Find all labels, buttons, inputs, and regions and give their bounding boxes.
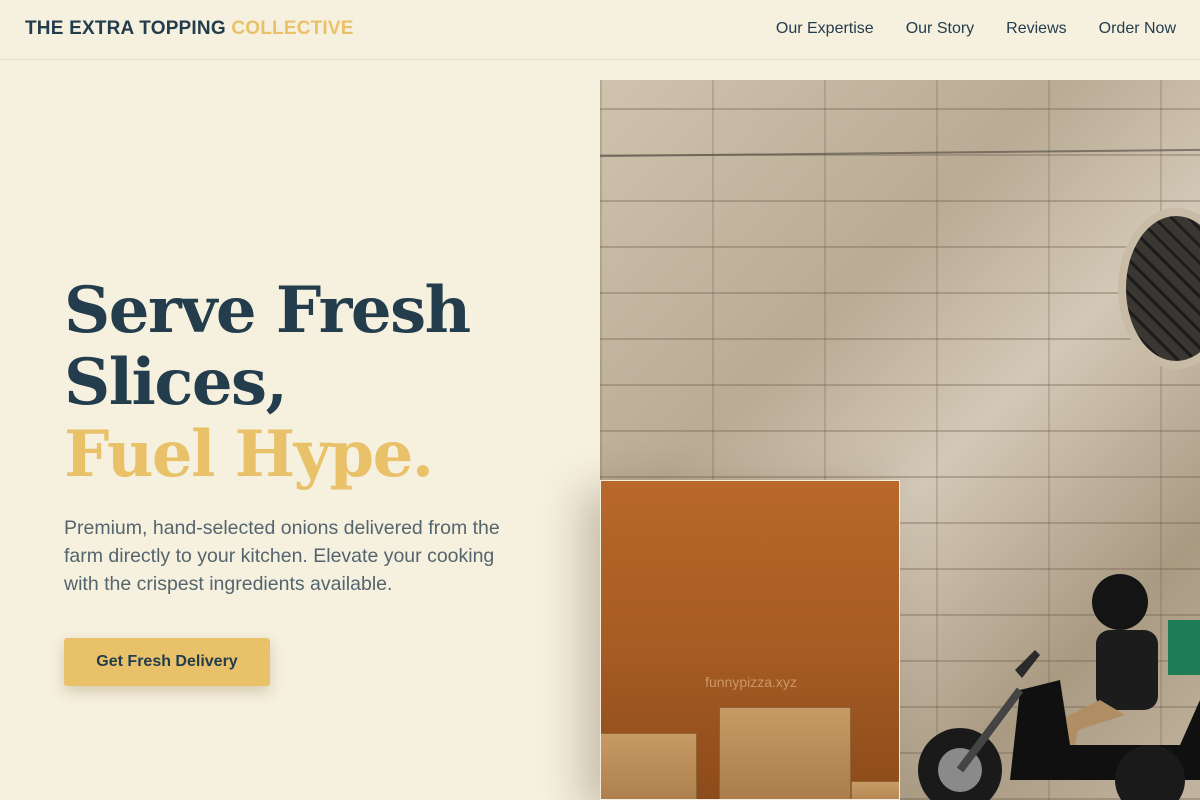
scooter-rider-illustration [918, 574, 1200, 800]
brand-logo[interactable]: THE EXTRA TOPPING COLLECTIVE [25, 18, 354, 40]
wall-wire [600, 148, 1200, 158]
hero-title-line-2: Slices, [64, 345, 288, 420]
cardboard-box [719, 707, 851, 799]
hero-title-line-3: Fuel Hype. [64, 417, 434, 492]
cardboard-box [851, 781, 899, 799]
hero-title-line-1: Serve Fresh [64, 273, 471, 348]
nav-link-our-expertise[interactable]: Our Expertise [776, 20, 874, 38]
main-nav: Our Expertise Our Story Reviews Order No… [776, 20, 1176, 38]
get-fresh-delivery-button[interactable]: Get Fresh Delivery [64, 638, 270, 686]
inset-photo-boxes: funnypizza.xyz [600, 480, 900, 800]
top-navigation-bar: THE EXTRA TOPPING COLLECTIVE Our Experti… [0, 0, 1200, 60]
brand-name: THE EXTRA TOPPING [25, 18, 226, 39]
hero-title: Serve Fresh Slices, Fuel Hype. [64, 273, 471, 492]
brand-accent: COLLECTIVE [231, 18, 354, 39]
nav-link-order-now[interactable]: Order Now [1099, 20, 1176, 38]
cardboard-box [601, 733, 697, 799]
watermark-text: funnypizza.xyz [705, 674, 797, 690]
round-window [1118, 208, 1200, 369]
nav-link-reviews[interactable]: Reviews [1006, 20, 1066, 38]
hero-description: Premium, hand-selected onions delivered … [64, 517, 500, 595]
nav-link-our-story[interactable]: Our Story [906, 20, 974, 38]
